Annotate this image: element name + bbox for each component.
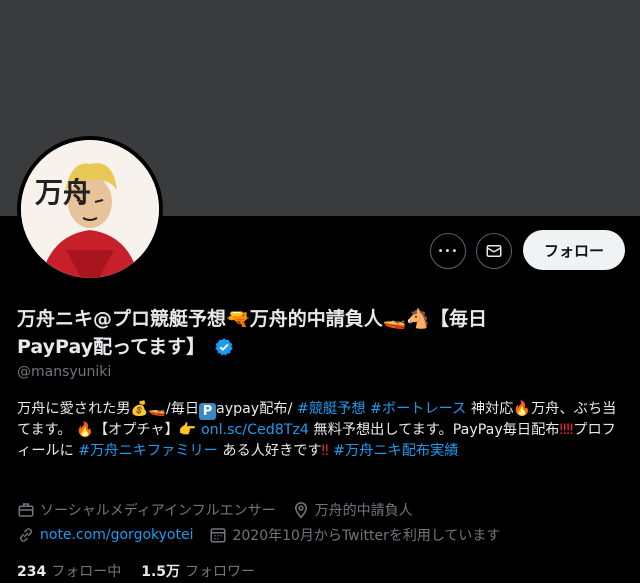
profile-website-link[interactable]: note.com/gorgokyotei bbox=[40, 527, 193, 543]
briefcase-icon bbox=[18, 503, 34, 517]
hashtag-link[interactable]: #競艇予想 bbox=[297, 401, 366, 417]
fire-emoji: 🔥 bbox=[513, 401, 532, 417]
following-link[interactable]: 234 フォロー中 bbox=[17, 561, 121, 581]
display-name: 万舟ニキ@プロ競艇予想🔫万舟的中請負人🚤🐴【毎日 PayPay配ってます】 bbox=[17, 308, 488, 358]
link-icon bbox=[19, 528, 33, 542]
verified-badge-icon[interactable] bbox=[214, 337, 234, 357]
follow-button[interactable]: フォロー bbox=[523, 230, 625, 270]
hashtag-link[interactable]: #万舟ニキファミリー bbox=[78, 443, 218, 459]
profile-bio: 万舟に愛された男💰🚤/毎日 Paypay配布/ #競艇予想 #ボートレース 神対応… bbox=[17, 401, 617, 459]
profile-meta-row: note.com/gorgokyotei 2020年10月からTwitterを利… bbox=[17, 525, 516, 545]
profile-location: 万舟的中請負人 bbox=[314, 503, 413, 519]
more-icon: ••• bbox=[437, 245, 459, 257]
avatar[interactable]: 万舟 bbox=[17, 136, 163, 282]
pointing-hand-emoji: 👉 bbox=[178, 422, 197, 438]
follow-stats: 234 フォロー中 1.5万 フォロワー bbox=[17, 561, 275, 581]
boat-emoji: 🚤 bbox=[382, 308, 407, 330]
message-button[interactable] bbox=[476, 233, 512, 269]
horse-emoji: 🐴 bbox=[406, 308, 431, 330]
username-handle: @mansyuniki bbox=[17, 364, 112, 380]
envelope-icon bbox=[486, 245, 502, 257]
profile-join-date: 2020年10月からTwitterを利用しています bbox=[232, 528, 501, 544]
money-bag-emoji: 💰 bbox=[130, 401, 149, 417]
double-exclamation-emoji: ‼ bbox=[321, 443, 329, 459]
svg-text:万舟: 万舟 bbox=[35, 176, 91, 209]
fire-emoji: 🔥 bbox=[76, 422, 94, 438]
hashtag-link[interactable]: #ボートレース bbox=[370, 401, 466, 417]
boat-emoji: 🚤 bbox=[148, 401, 166, 417]
profile-meta-row: ソーシャルメディアインフルエンサー 万舟的中請負人 bbox=[17, 500, 429, 520]
bio-link[interactable]: onl.sc/Ced8Tz4 bbox=[201, 422, 309, 438]
followers-link[interactable]: 1.5万 フォロワー bbox=[141, 561, 255, 581]
hashtag-link[interactable]: #万舟ニキ配布実績 bbox=[333, 443, 458, 459]
pistol-emoji: 🔫 bbox=[226, 308, 250, 330]
profile-category: ソーシャルメディアインフルエンサー bbox=[40, 503, 276, 519]
calendar-icon bbox=[210, 528, 226, 543]
p-button-emoji: P bbox=[199, 403, 217, 420]
location-pin-icon bbox=[294, 502, 307, 519]
avatar-image: 万舟 bbox=[21, 140, 159, 278]
double-exclamation-emoji: ‼‼ bbox=[559, 422, 574, 438]
more-options-button[interactable]: ••• bbox=[430, 233, 466, 269]
